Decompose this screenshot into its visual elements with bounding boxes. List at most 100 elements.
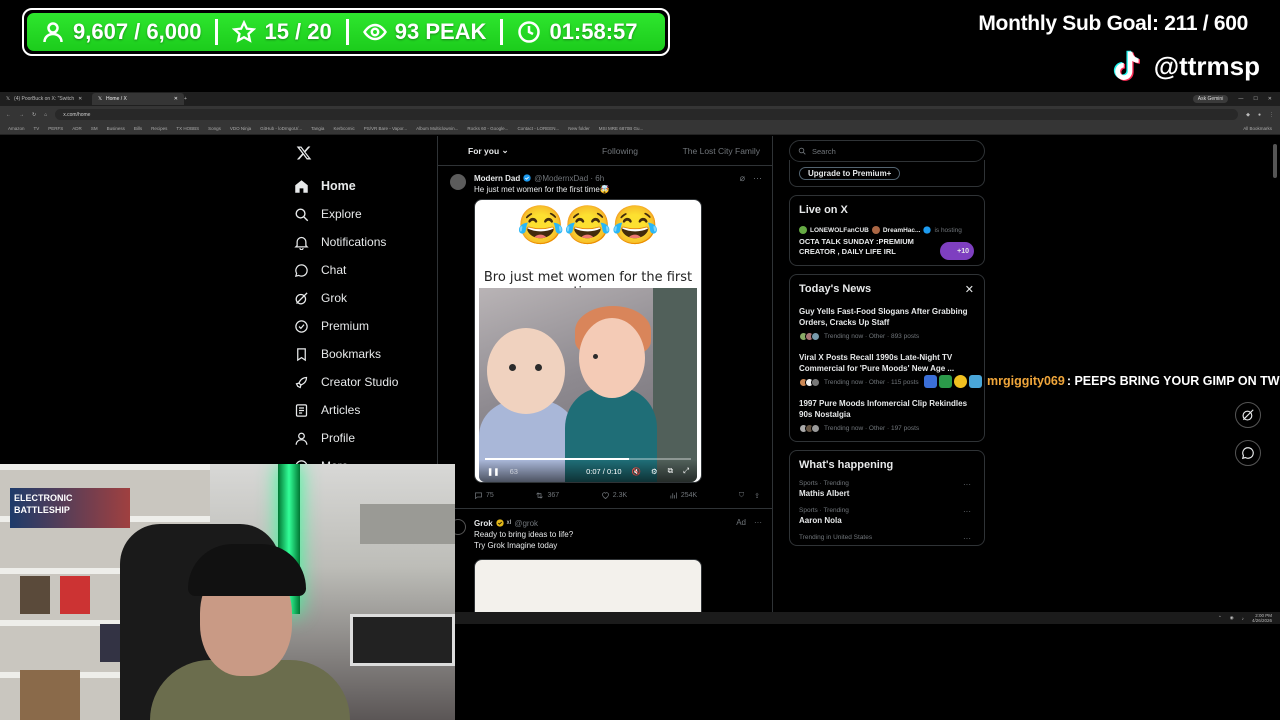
live-hosts-row[interactable]: LONEWOLFanCUB DreamHac... is hosting bbox=[799, 226, 975, 234]
bookmark-tweet-icon[interactable]: ⛉ bbox=[739, 492, 744, 500]
tweet-author-name[interactable]: Grok bbox=[474, 519, 493, 528]
more-options-icon[interactable]: ··· bbox=[963, 534, 971, 543]
volume-icon[interactable]: ♪ bbox=[1242, 616, 1244, 621]
sidebar-item-profile[interactable]: Profile bbox=[294, 424, 398, 452]
tweet-author-name[interactable]: Modern Dad bbox=[474, 174, 520, 183]
sidebar-item-creator-studio[interactable]: Creator Studio bbox=[294, 368, 398, 396]
live-stream-title[interactable]: OCTA TALK SUNDAY :PREMIUM CREATOR , DAIL… bbox=[799, 237, 937, 257]
bookmark-item[interactable]: Tangia bbox=[311, 126, 324, 131]
tab-for-you[interactable]: For you ⌄ bbox=[438, 136, 569, 165]
ask-gemini-button[interactable]: Ask Gemini bbox=[1192, 95, 1229, 103]
close-icon[interactable]: ✕ bbox=[965, 283, 974, 296]
bookmark-item[interactable]: PERFS bbox=[48, 126, 63, 131]
bookmark-item[interactable]: Contact - LOREEN... bbox=[517, 126, 559, 131]
minimize-icon[interactable]: — bbox=[1238, 96, 1243, 102]
trend-item[interactable]: Trending in United States ··· bbox=[799, 534, 975, 543]
tweet-modern-dad[interactable]: ⌀ ··· Modern Dad @ModernxDad · 6h He jus… bbox=[438, 172, 772, 500]
bookmark-item[interactable]: Songs bbox=[208, 126, 221, 131]
views-button[interactable]: 254K bbox=[669, 491, 697, 500]
url-field[interactable]: x.com/home bbox=[55, 109, 1239, 120]
bookmark-item[interactable]: Kerbcomic bbox=[333, 126, 354, 131]
bookmark-item[interactable]: SM bbox=[91, 126, 98, 131]
mute-icon[interactable]: 🔇 bbox=[632, 467, 641, 476]
uptime-stat: 01:58:57 bbox=[500, 19, 651, 45]
close-icon[interactable]: ✕ bbox=[174, 96, 178, 102]
reload-icon[interactable]: ↻ bbox=[32, 112, 36, 118]
pause-icon[interactable]: ❚❚ bbox=[487, 467, 500, 476]
tweet-video-media[interactable]: 😂😂😂 Bro just met women for the first tim… bbox=[474, 199, 702, 483]
bookmark-item[interactable]: TX HOBBS bbox=[176, 126, 199, 131]
home-browser-icon[interactable]: ⌂ bbox=[44, 112, 47, 118]
all-bookmarks-button[interactable]: All Bookmarks bbox=[1243, 126, 1272, 131]
bookmark-item[interactable]: New folder bbox=[568, 126, 590, 131]
bookmark-item[interactable]: Rocks 60 - Google... bbox=[467, 126, 508, 131]
network-icon[interactable]: ◉ bbox=[1230, 615, 1234, 621]
bookmark-item[interactable]: Business bbox=[107, 126, 125, 131]
browser-tab-active[interactable]: 𝕏 Home / X ✕ bbox=[92, 93, 184, 105]
sidebar-item-home[interactable]: Home bbox=[294, 172, 398, 200]
back-icon[interactable]: ← bbox=[6, 112, 11, 118]
bookmark-item[interactable]: Bills bbox=[134, 126, 142, 131]
more-options-icon[interactable]: ··· bbox=[963, 507, 971, 516]
maximize-icon[interactable]: ☐ bbox=[1253, 96, 1257, 102]
sidebar-item-notifications[interactable]: Notifications bbox=[294, 228, 398, 256]
fullscreen-icon[interactable]: ⤢ bbox=[683, 466, 689, 476]
tweet-grok-ad[interactable]: Ad ··· Grok xI @grok Ready to bring idea… bbox=[438, 517, 772, 612]
tweet-ad-media[interactable] bbox=[474, 559, 702, 612]
sidebar-item-premium[interactable]: Premium bbox=[294, 312, 398, 340]
tab-following[interactable]: Following bbox=[569, 136, 670, 165]
profile-browser-icon[interactable]: ● bbox=[1258, 112, 1261, 118]
sidebar-item-bookmarks[interactable]: Bookmarks bbox=[294, 340, 398, 368]
trend-item[interactable]: Sports · Trending Aaron Nola ··· bbox=[799, 507, 975, 525]
more-options-icon[interactable]: ··· bbox=[753, 173, 762, 184]
sidebar-item-explore[interactable]: Explore bbox=[294, 200, 398, 228]
bookmark-item[interactable]: Recipes bbox=[151, 126, 167, 131]
share-icon[interactable]: ⇪ bbox=[754, 492, 760, 500]
close-icon[interactable]: ✕ bbox=[78, 96, 82, 102]
tweet-author-handle[interactable]: @grok bbox=[514, 519, 538, 528]
more-options-icon[interactable]: ··· bbox=[754, 518, 762, 527]
bookmark-item[interactable]: TV bbox=[34, 126, 40, 131]
bookmark-item[interactable]: MSI MRE 6870B Gu... bbox=[599, 126, 644, 131]
avatar[interactable] bbox=[450, 174, 466, 190]
forward-icon[interactable]: → bbox=[19, 112, 24, 118]
menu-icon[interactable]: ⋮ bbox=[1269, 112, 1274, 118]
reply-button[interactable]: 75 bbox=[474, 491, 494, 500]
new-tab-icon[interactable]: + bbox=[184, 96, 187, 102]
news-item[interactable]: Guy Yells Fast-Food Slogans After Grabbi… bbox=[799, 306, 975, 341]
tray-chevron-icon[interactable]: ⌃ bbox=[1218, 615, 1222, 621]
extension-icon[interactable]: ◆ bbox=[1246, 112, 1250, 118]
bookmark-item[interactable]: GitHub - loDrngoU/... bbox=[260, 126, 302, 131]
clock-date[interactable]: 4/26/2026 bbox=[1252, 618, 1272, 623]
upgrade-premium-button[interactable]: Upgrade to Premium+ bbox=[799, 167, 901, 180]
bookmark-item[interactable]: VDO Ninja bbox=[230, 126, 251, 131]
like-button[interactable]: 2.3K bbox=[601, 491, 627, 500]
settings-gear-icon[interactable]: ⚙ bbox=[651, 467, 658, 476]
bookmark-item[interactable]: PS/VR Bare - Vapor... bbox=[364, 126, 407, 131]
webcam-shelf-item bbox=[60, 576, 90, 614]
pip-icon[interactable]: ⧉ bbox=[668, 466, 673, 476]
x-logo-icon[interactable] bbox=[296, 145, 312, 161]
bookmark-item[interactable]: Amazon bbox=[8, 126, 25, 131]
media-caption: Bro just met women for the first time bbox=[483, 270, 693, 300]
tweet-author-handle[interactable]: @ModernxDad · 6h bbox=[534, 174, 604, 183]
bookmark-item[interactable]: Album Multiclownin... bbox=[416, 126, 458, 131]
live-listeners-badge[interactable]: +10 bbox=[940, 242, 974, 260]
more-options-icon[interactable]: ··· bbox=[963, 480, 971, 489]
grok-explain-icon[interactable]: ⌀ bbox=[740, 173, 745, 184]
trend-item[interactable]: Sports · Trending Mathis Albert ··· bbox=[799, 480, 975, 498]
page-scrollbar[interactable] bbox=[1273, 144, 1277, 178]
window-close-icon[interactable]: ✕ bbox=[1268, 96, 1272, 102]
bookmark-item[interactable]: ADR bbox=[72, 126, 82, 131]
video-frame[interactable]: ❚❚ 63 0:07 / 0:10 🔇 ⚙ ⧉ ⤢ bbox=[479, 288, 697, 482]
news-item[interactable]: 1997 Pure Moods Infomercial Clip Rekindl… bbox=[799, 398, 975, 433]
sidebar-item-grok[interactable]: Grok bbox=[294, 284, 398, 312]
sidebar-item-chat[interactable]: Chat bbox=[294, 256, 398, 284]
repost-button[interactable]: 367 bbox=[535, 491, 559, 500]
browser-tab[interactable]: 𝕏 (4) PoorBuck on X: "Switch ✕ bbox=[0, 93, 92, 105]
search-input[interactable]: Search bbox=[789, 140, 985, 162]
sidebar-item-articles[interactable]: Articles bbox=[294, 396, 398, 424]
grok-float-button[interactable] bbox=[1235, 402, 1261, 428]
tab-the-lost-city-family[interactable]: The Lost City Family bbox=[671, 136, 772, 165]
messages-float-button[interactable] bbox=[1235, 440, 1261, 466]
